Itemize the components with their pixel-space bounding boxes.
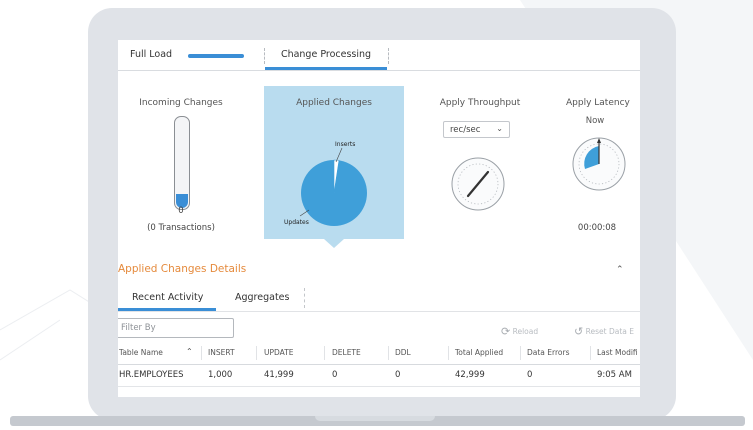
column-header-delete[interactable]: DELETE [332,348,361,357]
tab-divider [388,48,389,64]
column-header-update[interactable]: UPDATE [264,348,294,357]
latency-gauge [572,137,626,191]
throughput-unit-value: rec/sec [450,125,481,135]
subtabs-divider [118,311,640,312]
full-load-progress-bar [188,54,244,58]
tab-full-load[interactable]: Full Load [130,49,172,60]
tab-recent-activity[interactable]: Recent Activity [132,292,203,303]
cell-table-name: HR.EMPLOYEES [119,370,184,380]
top-tabs: Full Load Change Processing [118,40,640,71]
reload-button[interactable]: ⟳ Reload [501,324,539,338]
incoming-changes-gauge [174,116,190,210]
tab-aggregates[interactable]: Aggregates [235,292,289,303]
column-header-last-modified[interactable]: Last Modifi [597,348,638,357]
cell-insert: 1,000 [208,370,233,380]
active-tab-indicator [265,67,387,70]
column-divider [388,346,389,360]
latency-now-label: Now [585,116,605,126]
pie-label-inserts: Inserts [335,141,356,148]
filter-input[interactable] [118,318,234,338]
reset-data-button[interactable]: ↺ Reset Data E [574,324,634,338]
reload-label: Reload [512,327,539,336]
cell-update: 41,999 [264,370,294,380]
apply-throughput-title: Apply Throughput [439,98,521,108]
laptop-base-notch [315,416,435,421]
reset-icon: ↺ [574,325,584,338]
incoming-changes-count: 0 [178,206,184,216]
column-divider [324,346,325,360]
column-divider [590,346,591,360]
cell-ddl: 0 [395,370,401,380]
throughput-gauge [451,157,505,211]
applied-panel-pointer [324,239,344,248]
column-header-total-applied[interactable]: Total Applied [455,348,503,357]
cell-delete: 0 [332,370,338,380]
apply-latency-title: Apply Latency [566,98,630,108]
cell-total-applied: 42,999 [455,370,485,380]
refresh-icon: ⟳ [501,325,511,338]
column-header-data-errors[interactable]: Data Errors [527,348,569,357]
reset-label: Reset Data E [585,327,634,336]
applied-changes-details-title: Applied Changes Details [118,263,247,275]
chevron-up-icon[interactable]: ⌃ [186,347,193,356]
applied-changes-title: Applied Changes [296,98,372,108]
incoming-changes-title: Incoming Changes [139,98,223,108]
cell-last-modified: 9:05 AM [597,370,632,380]
column-header-ddl[interactable]: DDL [395,348,411,357]
updates-leader-line [299,209,310,217]
column-divider [201,346,202,360]
pie-label-updates: Updates [284,219,309,226]
incoming-transactions: (0 Transactions) [147,223,215,233]
app-screen: Full Load Change Processing Incoming Cha… [118,40,640,397]
table-header: Table Name ⌃ INSERT UPDATE DELETE DDL To… [118,342,640,365]
table-row[interactable]: HR.EMPLOYEES 1,000 41,999 0 0 42,999 0 9… [118,364,640,387]
cell-data-errors: 0 [527,370,533,380]
column-divider [520,346,521,360]
inserts-leader-line [335,147,343,163]
tab-change-processing[interactable]: Change Processing [265,49,387,60]
chevron-down-icon: ⌄ [496,124,503,133]
latency-time: 00:00:08 [577,223,617,233]
chevron-up-icon[interactable]: ⌃ [616,265,624,275]
column-header-insert[interactable]: INSERT [208,348,235,357]
column-header-table-name[interactable]: Table Name [119,348,163,357]
column-divider [448,346,449,360]
column-divider [256,346,257,360]
subtab-divider [304,288,305,308]
throughput-unit-select[interactable]: rec/sec ⌄ [443,121,510,138]
